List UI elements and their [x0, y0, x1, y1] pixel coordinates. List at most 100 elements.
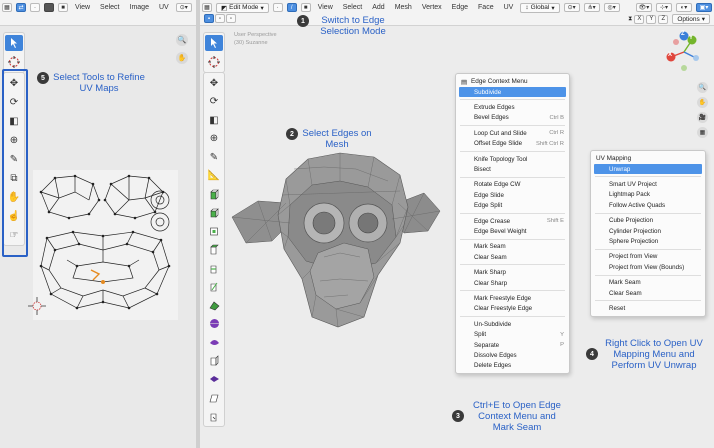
- edge-menu-item[interactable]: Dissolve Edges: [456, 350, 569, 360]
- zoom-icon[interactable]: 🔍: [697, 82, 708, 93]
- viewport-menu-add[interactable]: Add: [369, 4, 387, 11]
- uv-menu-item[interactable]: Project from View: [591, 252, 705, 262]
- gizmo-toggle-icon[interactable]: ⊹▾: [656, 3, 672, 12]
- viewport-menu-vertex[interactable]: Vertex: [419, 4, 445, 11]
- edge-menu-item[interactable]: Mark Freestyle Edge: [456, 293, 569, 303]
- pivot-point-icon[interactable]: ⊙▾: [563, 3, 580, 12]
- mirror-axis-x[interactable]: X: [634, 14, 645, 24]
- poly-build-tool-icon[interactable]: [205, 297, 223, 313]
- select-subtract-icon[interactable]: ▫: [226, 14, 236, 23]
- shrink-fatten-tool-icon[interactable]: [205, 371, 223, 387]
- edge-menu-item[interactable]: Mark Sharp: [456, 267, 569, 277]
- move-tool-icon[interactable]: ✥: [205, 75, 223, 91]
- edge-menu-item[interactable]: Extrude Edges: [456, 102, 569, 112]
- edge-select-mode-icon[interactable]: /: [286, 3, 297, 12]
- bevel-tool-icon[interactable]: [205, 242, 223, 258]
- uv-sync-icon[interactable]: ⇄: [16, 3, 26, 12]
- xray-shading-icon[interactable]: ▣▾: [696, 3, 712, 12]
- options-dropdown[interactable]: Options ▾: [672, 14, 710, 24]
- edge-menu-item[interactable]: Mark Seam: [456, 242, 569, 252]
- scale-tool-icon[interactable]: ◧: [205, 112, 223, 128]
- measure-tool-icon[interactable]: 📐: [205, 168, 223, 184]
- viewport-cursor-tool[interactable]: [205, 54, 223, 70]
- viewport-menu-mesh[interactable]: Mesh: [392, 4, 415, 11]
- edge-select-icon[interactable]: [44, 3, 54, 12]
- mirror-axis-z[interactable]: Z: [658, 14, 669, 24]
- viewport-editor-type-icon[interactable]: ▦: [202, 3, 212, 12]
- edge-menu-item[interactable]: Edge Slide: [456, 190, 569, 200]
- grid-ortho-icon[interactable]: ▦: [697, 127, 708, 138]
- uv-menu-view[interactable]: View: [72, 4, 93, 11]
- proportional-edit-icon[interactable]: ◎▾: [603, 3, 620, 12]
- rip-region-tool-icon[interactable]: [205, 408, 223, 424]
- snap-dropdown-icon[interactable]: ⊙▾: [175, 3, 192, 12]
- add-cube-tool-icon[interactable]: [205, 186, 223, 202]
- edge-menu-item[interactable]: Rotate Edge CW: [456, 180, 569, 190]
- uv-menu-item[interactable]: Cube Projection: [591, 216, 705, 226]
- uv-menu-item[interactable]: Lightmap Pack: [591, 190, 705, 200]
- shear-tool-icon[interactable]: [205, 390, 223, 406]
- viewport-menu-uv[interactable]: UV: [501, 4, 517, 11]
- transform-tool-icon[interactable]: ⊕: [205, 131, 223, 147]
- edge-menu-item[interactable]: Clear Sharp: [456, 278, 569, 288]
- face-select-mode-icon[interactable]: ■: [300, 3, 311, 12]
- uv-menu-select[interactable]: Select: [97, 4, 122, 11]
- edge-menu-item[interactable]: Un-Subdivide: [456, 319, 569, 329]
- uv-menu-item[interactable]: Unwrap: [594, 164, 702, 175]
- overlays-icon[interactable]: ◐▾: [676, 3, 692, 12]
- uv-menu-item[interactable]: Reset: [591, 303, 705, 313]
- uv-menu-item[interactable]: Cylinder Projection: [591, 226, 705, 236]
- face-select-icon[interactable]: ■: [58, 3, 68, 12]
- cursor-tool[interactable]: [5, 54, 23, 70]
- edge-menu-item[interactable]: Bevel Edges Ctrl B: [456, 113, 569, 123]
- edge-slide-tool-icon[interactable]: [205, 353, 223, 369]
- rotate-tool-icon[interactable]: ⟳: [205, 94, 223, 110]
- vertex-select-icon[interactable]: ·: [30, 3, 40, 12]
- select-extend-icon[interactable]: ▫: [215, 14, 225, 23]
- mode-dropdown[interactable]: ◩ Edit Mode ▾: [216, 2, 269, 13]
- edge-menu-item[interactable]: Edge Crease Shift E: [456, 216, 569, 226]
- editor-type-icon[interactable]: ▦: [2, 3, 12, 12]
- edge-menu-item[interactable]: Offset Edge Slide Shift Ctrl R: [456, 139, 569, 149]
- edge-menu-item[interactable]: Separate P: [456, 340, 569, 350]
- extrude-tool-icon[interactable]: [205, 205, 223, 221]
- pan-hand-icon[interactable]: ✋: [176, 52, 188, 64]
- pan-hand-icon[interactable]: ✋: [697, 97, 708, 108]
- visibility-icon[interactable]: 👁▾: [636, 3, 652, 12]
- uv-menu-uv[interactable]: UV: [156, 4, 172, 11]
- uv-menu-item[interactable]: Mark Seam: [591, 278, 705, 288]
- uv-menu-item[interactable]: Project from View (Bounds): [591, 262, 705, 272]
- uv-menu-item[interactable]: Clear Seam: [591, 288, 705, 298]
- edge-menu-item[interactable]: Subdivide: [459, 87, 566, 98]
- uv-menu-image[interactable]: Image: [127, 4, 152, 11]
- snap-icon[interactable]: ⋔▾: [583, 3, 600, 12]
- spin-tool-icon[interactable]: [205, 316, 223, 332]
- camera-icon[interactable]: 🎥: [697, 112, 708, 123]
- edge-menu-item[interactable]: Clear Seam: [456, 252, 569, 262]
- edge-menu-item[interactable]: Delete Edges: [456, 361, 569, 371]
- viewport-select-tool[interactable]: [205, 35, 223, 51]
- viewport-menu-face[interactable]: Face: [475, 4, 497, 11]
- edge-menu-item[interactable]: Loop Cut and Slide Ctrl R: [456, 128, 569, 138]
- transform-orientation-dropdown[interactable]: ↕ Global ▾: [520, 2, 560, 13]
- navigation-gizmo[interactable]: Z Y X: [662, 30, 706, 74]
- edge-menu-item[interactable]: Bisect: [456, 164, 569, 174]
- uv-select-tool[interactable]: [5, 35, 23, 51]
- viewport-menu-view[interactable]: View: [315, 4, 336, 11]
- uv-menu-item[interactable]: Smart UV Project: [591, 179, 705, 189]
- edge-menu-item[interactable]: Split Y: [456, 329, 569, 339]
- uv-menu-item[interactable]: Follow Active Quads: [591, 200, 705, 210]
- loop-cut-tool-icon[interactable]: [205, 260, 223, 276]
- viewport-menu-edge[interactable]: Edge: [449, 4, 471, 11]
- vertex-select-mode-icon[interactable]: ·: [272, 3, 283, 12]
- edge-menu-item[interactable]: Clear Freestyle Edge: [456, 304, 569, 314]
- annotate-tool-icon[interactable]: ✎: [205, 149, 223, 165]
- inset-tool-icon[interactable]: [205, 223, 223, 239]
- edge-menu-item[interactable]: Edge Bevel Weight: [456, 226, 569, 236]
- mirror-axis-y[interactable]: Y: [646, 14, 657, 24]
- edge-menu-item[interactable]: Knife Topology Tool: [456, 154, 569, 164]
- select-new-icon[interactable]: ▪: [204, 14, 214, 23]
- zoom-icon[interactable]: 🔍: [176, 34, 188, 46]
- viewport-menu-select[interactable]: Select: [340, 4, 365, 11]
- edge-menu-item[interactable]: Edge Split: [456, 201, 569, 211]
